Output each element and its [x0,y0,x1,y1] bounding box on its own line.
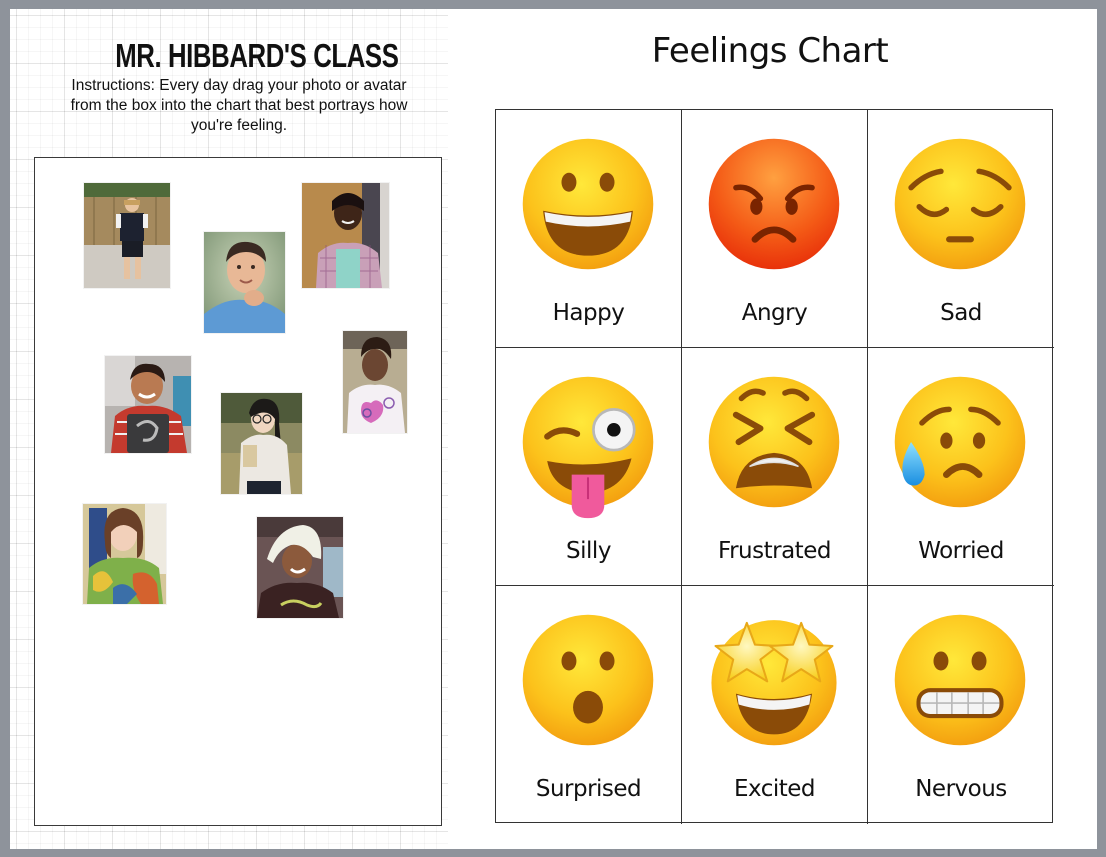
feeling-label: Angry [741,300,808,326]
student-photo-2[interactable] [204,232,285,333]
feeling-cell-sad[interactable]: Sad [868,110,1054,348]
student-photo-6[interactable] [343,331,407,433]
surprised-face-icon [520,612,656,748]
feeling-cell-happy[interactable]: Happy [496,110,682,348]
feeling-cell-angry[interactable]: Angry [682,110,868,348]
student-photo-1[interactable] [84,183,170,288]
angry-face-icon [706,136,842,272]
feeling-cell-nervous[interactable]: Nervous [868,586,1054,824]
instructions-text: Instructions: Every day drag your photo … [70,77,408,134]
class-title: MR. HIBBARD'S CLASS [115,37,399,74]
feeling-cell-excited[interactable]: Excited [682,586,868,824]
star-struck-face-icon [706,612,842,748]
grinning-face-icon [520,136,656,272]
tired-face-icon [706,374,842,510]
feeling-cell-surprised[interactable]: Surprised [496,586,682,824]
student-photo-4[interactable] [105,356,191,453]
feeling-label: Worried [918,538,1004,564]
document-page: MR. HIBBARD'S CLASS Instructions: Every … [10,9,1097,849]
student-photo-7[interactable] [83,504,166,604]
feeling-label: Nervous [915,776,1007,802]
feeling-label: Silly [566,538,611,564]
student-photo-5[interactable] [221,393,302,494]
chart-title: Feelings Chart [651,31,889,71]
student-photo-8[interactable] [257,517,343,618]
feeling-cell-silly[interactable]: Silly [496,348,682,586]
feeling-label: Surprised [535,776,642,802]
student-photo-3[interactable] [302,183,389,288]
feeling-label: Frustrated [718,538,831,564]
feeling-cell-worried[interactable]: Worried [868,348,1054,586]
grimacing-face-icon [892,612,1028,748]
feeling-label: Sad [940,300,982,326]
pensive-face-icon [892,136,1028,272]
sweat-sad-face-icon [892,374,1028,510]
feeling-label: Happy [552,300,625,326]
feeling-label: Excited [733,776,816,802]
feelings-chart-grid: Happy Angry Sad Silly Frustrated Worried… [495,109,1054,824]
winking-tongue-face-icon [520,374,656,519]
feeling-cell-frustrated[interactable]: Frustrated [682,348,868,586]
photo-box [34,157,442,826]
